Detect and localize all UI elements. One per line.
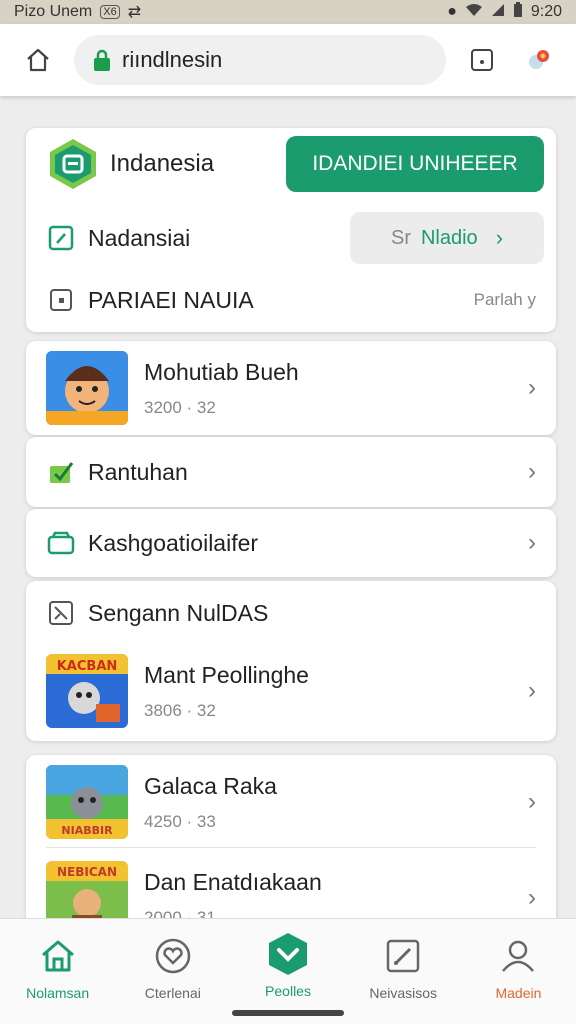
chevron-right-icon: ›: [528, 529, 536, 556]
edit-square-icon: [46, 223, 76, 253]
alarm-icon: ●: [447, 3, 457, 20]
list-item[interactable]: NIABBIR Galaca Raka 4250 · 33 ›: [26, 763, 556, 841]
nav-label: Neivasisos: [369, 985, 438, 1001]
rantuhan-card[interactable]: Rantuhan ›: [26, 437, 556, 507]
rantuhan-label: Rantuhan: [88, 458, 188, 485]
brand-logo-icon: [46, 137, 100, 191]
tab-switcher-icon: [471, 49, 493, 71]
home-icon: [27, 48, 49, 72]
thumb-text: NIABBIR: [61, 824, 113, 837]
section-title: Sengann NulDAS: [88, 599, 269, 626]
signal-arrows-icon: ⇄: [127, 4, 142, 21]
game-subtitle: 3806 · 32: [144, 700, 216, 720]
chevron-right-icon: ›: [528, 884, 536, 911]
chevron-right-icon: ›: [495, 225, 504, 250]
pariaei-label: PARIAEI NAUIA: [88, 286, 254, 313]
section-card: Sengann NulDAS KACBAN Mant Peollinghe 38…: [26, 581, 556, 741]
square-dot-icon: [46, 285, 76, 315]
bottom-nav: Nolamsan Cterlenai Peolles Neivasisos Ma…: [0, 918, 576, 1024]
list-item: Mohutiab Bueh 3200 · 32 ›: [26, 351, 556, 425]
url-text: riındlnesin: [122, 47, 223, 72]
status-time: 9:20: [530, 3, 562, 20]
battery-icon: [513, 1, 523, 23]
nav-label: Nolamsan: [26, 985, 90, 1001]
secondary-button-label: Nladio: [420, 226, 478, 249]
nadansiai-label: Nadansiai: [88, 224, 191, 251]
edit-icon: [386, 939, 420, 973]
secondary-action-button[interactable]: Sr Nladio ›: [350, 212, 544, 264]
game-title: Dan Enatdıakaan: [144, 868, 322, 895]
game-title: Galaca Raka: [144, 772, 277, 799]
home-icon: [41, 940, 74, 972]
chevron-right-icon: ›: [528, 788, 536, 815]
top-card: Indanesia IDANDIEI UNIHEEER Nadansiai Sr…: [26, 128, 556, 332]
home-indicator[interactable]: [232, 1010, 344, 1016]
game-subtitle: 3200 · 32: [144, 397, 216, 417]
heart-circle-icon: [155, 938, 191, 974]
divider: [46, 847, 536, 848]
chevron-right-icon: ›: [528, 458, 536, 485]
check-badge-icon: [46, 457, 76, 487]
brand-title: Indanesia: [110, 150, 215, 177]
thumb-text: NEBICAN: [57, 865, 117, 879]
nav-label: Cterlenai: [144, 985, 201, 1001]
profile-badge-icon: [529, 50, 549, 69]
url-bar[interactable]: riındlnesin: [74, 35, 446, 85]
status-bar: Pizo Unem X6 ⇄ ● 9:20: [0, 0, 576, 24]
status-carrier: Pizo Unem: [14, 3, 93, 20]
status-badge: X6: [100, 5, 120, 19]
section-header: Sengann NulDAS: [26, 589, 556, 637]
game-thumbnail: [46, 351, 128, 425]
checkbox-icon: [46, 598, 76, 628]
wallet-icon: [46, 528, 76, 558]
nav-item-center[interactable]: Peolles: [230, 919, 345, 1024]
user-icon: [502, 940, 535, 972]
kash-card[interactable]: Kashgoatioilaifer ›: [26, 509, 556, 577]
nav-label: Peolles: [265, 983, 311, 999]
game-title: Mohutiab Bueh: [144, 358, 299, 385]
secondary-button-prefix: Sr: [390, 226, 411, 249]
list-item[interactable]: KACBAN Mant Peollinghe 3806 · 32 ›: [26, 651, 556, 731]
nav-item-tools[interactable]: Neivasisos: [346, 919, 461, 1024]
nav-label: Madein: [495, 985, 542, 1001]
browser-toolbar: riındlnesin: [0, 24, 576, 96]
nav-item-profile[interactable]: Madein: [461, 919, 576, 1024]
cell-signal-icon: [491, 3, 505, 22]
list-item: Rantuhan ›: [26, 437, 556, 507]
lock-icon: [94, 49, 110, 71]
game-card-mohutiab[interactable]: Mohutiab Bueh 3200 · 32 ›: [26, 341, 556, 435]
bottom-card: NIABBIR Galaca Raka 4250 · 33 › NEBICAN …: [26, 755, 556, 935]
chevron-down-circle-icon: [269, 933, 307, 975]
game-subtitle: 4250 · 33: [144, 811, 216, 831]
thumb-text: KACBAN: [57, 659, 118, 674]
wifi-icon: [465, 3, 483, 22]
chevron-right-icon: ›: [528, 677, 536, 704]
nav-item-home[interactable]: Nolamsan: [0, 919, 115, 1024]
chevron-right-icon: ›: [528, 374, 536, 401]
tabs-button[interactable]: [462, 40, 502, 80]
pariaei-value: Parlah y: [473, 290, 536, 309]
home-button[interactable]: [18, 40, 58, 80]
menu-button[interactable]: [518, 40, 558, 80]
nav-item-favorites[interactable]: Cterlenai: [115, 919, 230, 1024]
list-item: Kashgoatioilaifer ›: [26, 509, 556, 577]
game-thumbnail: NIABBIR: [46, 765, 128, 839]
game-title: Mant Peollinghe: [144, 661, 309, 688]
pariaei-row[interactable]: PARIAEI NAUIA Parlah y: [26, 276, 556, 324]
game-thumbnail: KACBAN: [46, 654, 128, 728]
kash-label: Kashgoatioilaifer: [88, 529, 259, 556]
primary-action-button[interactable]: IDANDIEI UNIHEEER: [286, 136, 544, 192]
